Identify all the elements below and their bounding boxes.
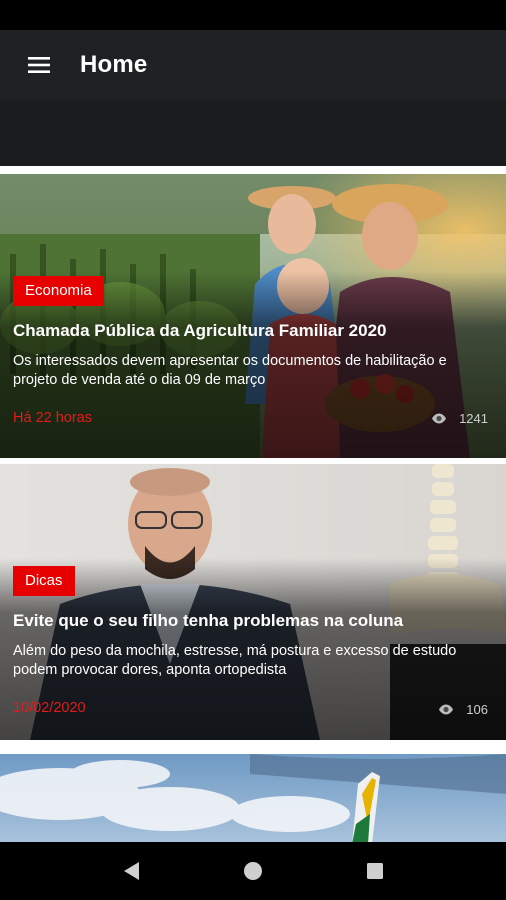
news-card[interactable]: Economia Chamada Pública da Agricultura … — [0, 174, 506, 458]
app-bar: Home — [0, 30, 506, 100]
article-title[interactable]: Evite que o seu filho tenha problemas na… — [13, 610, 494, 632]
news-card[interactable]: Dicas Evite que o seu filho tenha proble… — [0, 464, 506, 740]
article-time: Há 22 horas — [13, 410, 92, 426]
nav-back-button[interactable] — [111, 851, 151, 891]
eye-icon — [439, 704, 454, 715]
news-card[interactable] — [0, 754, 506, 842]
eye-icon — [432, 413, 447, 424]
menu-icon — [28, 57, 50, 73]
header-banner-area — [0, 100, 506, 166]
news-feed[interactable]: Economia Chamada Pública da Agricultura … — [0, 166, 506, 842]
view-count: 1241 — [431, 411, 488, 426]
article-description: Os interessados devem apresentar os docu… — [13, 353, 447, 388]
system-navigation-bar — [0, 842, 506, 900]
menu-button[interactable] — [0, 30, 80, 100]
article-time: 10/02/2020 — [13, 700, 86, 716]
news-card-image — [0, 754, 506, 842]
article-title[interactable]: Chamada Pública da Agricultura Familiar … — [13, 320, 494, 342]
recents-square-icon — [367, 863, 383, 879]
view-count: 106 — [438, 702, 488, 717]
view-count-value: 106 — [466, 702, 488, 717]
nav-home-button[interactable] — [233, 851, 273, 891]
status-bar — [0, 0, 506, 30]
category-badge[interactable]: Economia — [13, 276, 104, 306]
category-badge[interactable]: Dicas — [13, 566, 75, 596]
home-circle-icon — [244, 862, 262, 880]
view-count-value: 1241 — [459, 411, 488, 426]
nav-recents-button[interactable] — [355, 851, 395, 891]
article-description: Além do peso da mochila, estresse, má po… — [13, 643, 457, 678]
page-title: Home — [80, 51, 148, 78]
back-triangle-icon — [124, 862, 139, 880]
